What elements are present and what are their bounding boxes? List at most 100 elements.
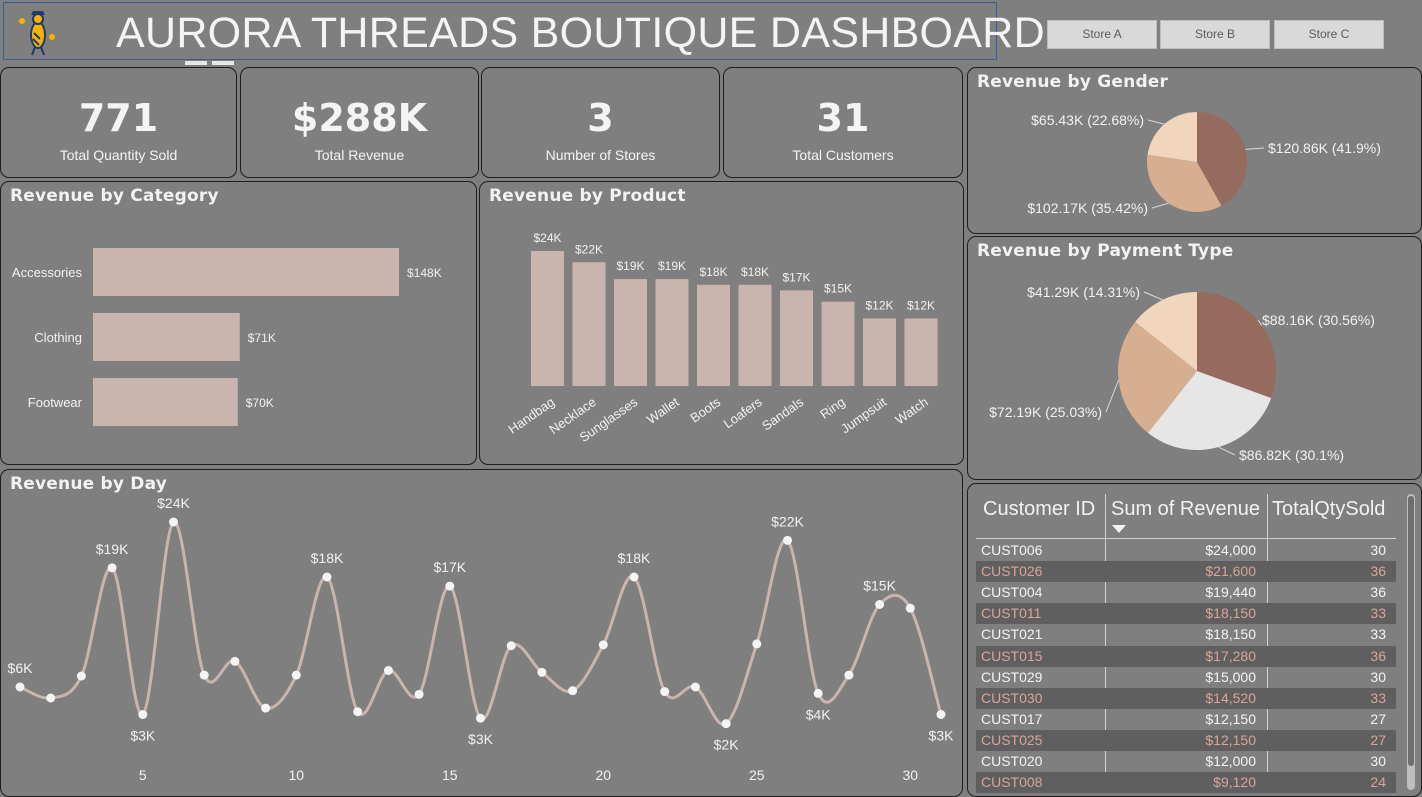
kpi-value: 3 bbox=[587, 96, 614, 140]
data-label: $19K bbox=[616, 259, 644, 273]
dashboard-header: AURORA THREADS BOUTIQUE DASHBOARD Store … bbox=[3, 2, 1384, 60]
data-label: $24K bbox=[533, 231, 561, 245]
data-point bbox=[230, 656, 240, 666]
data-point bbox=[476, 713, 485, 723]
payment-pie-chart: $88.16K (30.56%) $86.82K (30.1%) $72.19K (… bbox=[989, 284, 1375, 463]
qty-cell: 27 bbox=[1370, 710, 1386, 727]
leader-line bbox=[1245, 147, 1265, 150]
data-label: $65.43K (22.68%) bbox=[1031, 112, 1144, 128]
data-label: $15K bbox=[824, 282, 852, 296]
data-point bbox=[199, 670, 209, 680]
x-tick-label: 5 bbox=[139, 767, 147, 783]
gender-chart-panel: Revenue by Gender $120.86K (41.9%) $102.1… bbox=[967, 67, 1422, 234]
data-label: $72.19K (25.03%) bbox=[989, 404, 1102, 420]
table-row[interactable]: CUST025 $12,150 27 bbox=[976, 729, 1396, 751]
pie-slice bbox=[1147, 112, 1197, 162]
qty-cell: 30 bbox=[1370, 668, 1386, 685]
customer-id-cell: CUST004 bbox=[981, 584, 1043, 601]
qty-cell: 33 bbox=[1370, 689, 1386, 706]
category-bar-chart: Accessories $148K Clothing $71K Footwear $70K bbox=[12, 248, 442, 426]
table-header: Customer ID Sum of Revenue TotalQtySold bbox=[976, 492, 1396, 539]
day-chart-panel: Revenue by Day $6K $19K $3K $24K $18K $17K $3K… bbox=[0, 469, 963, 797]
revenue-cell: $9,120 bbox=[1213, 774, 1256, 791]
scrollbar-thumb[interactable] bbox=[1408, 496, 1414, 766]
data-label: $17K bbox=[433, 559, 466, 575]
column-header-qty[interactable]: TotalQtySold bbox=[1272, 498, 1385, 521]
table-row[interactable]: CUST006 $24,000 30 bbox=[976, 540, 1396, 561]
qty-cell: 36 bbox=[1370, 647, 1386, 664]
product-bar bbox=[904, 318, 938, 386]
kpi-label: Total Quantity Sold bbox=[59, 147, 178, 163]
qty-cell: 33 bbox=[1370, 605, 1386, 622]
store-b-button[interactable]: Store B bbox=[1160, 20, 1270, 49]
customer-id-cell: CUST011 bbox=[981, 605, 1042, 622]
data-label: $6K bbox=[8, 660, 34, 676]
data-label: $120.86K (41.9%) bbox=[1268, 140, 1381, 156]
leader-line bbox=[1143, 291, 1163, 301]
data-point bbox=[875, 600, 885, 609]
sort-descending-icon[interactable] bbox=[1112, 525, 1126, 533]
table-row[interactable]: CUST021 $18,150 33 bbox=[976, 624, 1396, 645]
store-a-button[interactable]: Store A bbox=[1047, 20, 1157, 49]
customer-id-cell: CUST021 bbox=[981, 626, 1043, 643]
store-c-button[interactable]: Store C bbox=[1274, 20, 1384, 49]
data-point bbox=[414, 689, 424, 699]
product-bar bbox=[572, 262, 606, 386]
payment-chart-panel: Revenue by Payment Type $88.16K (30.56%)… bbox=[967, 236, 1422, 480]
table-row[interactable]: CUST026 $21,600 36 bbox=[976, 561, 1396, 583]
day-line-chart: $6K $19K $3K $24K $18K $17K $3K $18K $2K $22K $4K $… bbox=[8, 495, 955, 783]
customer-id-cell: CUST008 bbox=[981, 774, 1043, 791]
qty-cell: 36 bbox=[1370, 584, 1386, 601]
table-row[interactable]: CUST008 $9,120 24 bbox=[976, 772, 1396, 794]
customer-id-cell: CUST015 bbox=[981, 647, 1043, 664]
data-label: $3K bbox=[468, 731, 494, 747]
category-label: Accessories bbox=[12, 265, 83, 280]
table-row[interactable]: CUST030 $14,520 33 bbox=[976, 687, 1396, 709]
data-label: $148K bbox=[407, 266, 442, 280]
gender-pie-chart: $120.86K (41.9%) $102.17K (35.42%) $65.43K… bbox=[1027, 112, 1381, 216]
kpi-card-stores: 3 Number of Stores bbox=[481, 67, 720, 178]
data-label: $19K bbox=[96, 541, 129, 557]
table-row[interactable]: CUST004 $19,440 36 bbox=[976, 582, 1396, 603]
column-header-customer-id[interactable]: Customer ID bbox=[983, 498, 1095, 521]
qty-cell: 33 bbox=[1370, 626, 1386, 643]
revenue-cell: $18,150 bbox=[1205, 626, 1256, 643]
table-row[interactable]: CUST011 $18,150 33 bbox=[976, 603, 1396, 625]
customer-id-cell: CUST025 bbox=[981, 731, 1043, 748]
data-label: $86.82K (30.1%) bbox=[1239, 447, 1344, 463]
customer-id-cell: CUST030 bbox=[981, 689, 1043, 706]
data-label: $71K bbox=[248, 331, 276, 345]
x-tick-label: 10 bbox=[289, 767, 305, 783]
category-bar bbox=[93, 248, 399, 296]
x-tick-label: 30 bbox=[903, 767, 919, 783]
column-header-revenue[interactable]: Sum of Revenue bbox=[1111, 498, 1260, 521]
selection-marker bbox=[212, 61, 234, 65]
customer-id-cell: CUST006 bbox=[981, 542, 1043, 558]
data-point bbox=[660, 687, 670, 697]
data-label: $12K bbox=[865, 299, 893, 313]
product-bar bbox=[614, 279, 647, 386]
table-row[interactable]: CUST029 $15,000 30 bbox=[976, 667, 1396, 688]
revenue-cell: $12,150 bbox=[1205, 710, 1256, 727]
product-bar bbox=[863, 318, 896, 386]
data-point bbox=[383, 666, 393, 675]
table-row[interactable]: CUST020 $12,000 30 bbox=[976, 751, 1396, 772]
revenue-cell: $19,440 bbox=[1205, 584, 1256, 601]
product-label: Ring bbox=[817, 394, 848, 422]
product-chart-panel: Revenue by Product $24K Handbag $22K Neckla… bbox=[479, 181, 964, 465]
data-point bbox=[813, 688, 823, 698]
kpi-label: Number of Stores bbox=[545, 147, 656, 163]
product-bar-chart: $24KHandbag$22KNecklace$19KSunglasses$19… bbox=[505, 231, 938, 445]
table-row[interactable]: CUST017 $12,150 27 bbox=[976, 709, 1396, 730]
customer-id-cell: CUST017 bbox=[981, 710, 1043, 727]
leader-line bbox=[1147, 119, 1165, 125]
data-point bbox=[905, 603, 915, 613]
data-label: $3K bbox=[929, 728, 955, 744]
data-label: $22K bbox=[771, 513, 804, 529]
data-point bbox=[721, 719, 731, 729]
qty-cell: 24 bbox=[1370, 774, 1386, 791]
table-row[interactable]: CUST015 $17,280 36 bbox=[976, 645, 1396, 667]
scrollbar[interactable] bbox=[1407, 494, 1415, 790]
product-label: Wallet bbox=[644, 394, 682, 427]
data-point bbox=[752, 639, 762, 649]
